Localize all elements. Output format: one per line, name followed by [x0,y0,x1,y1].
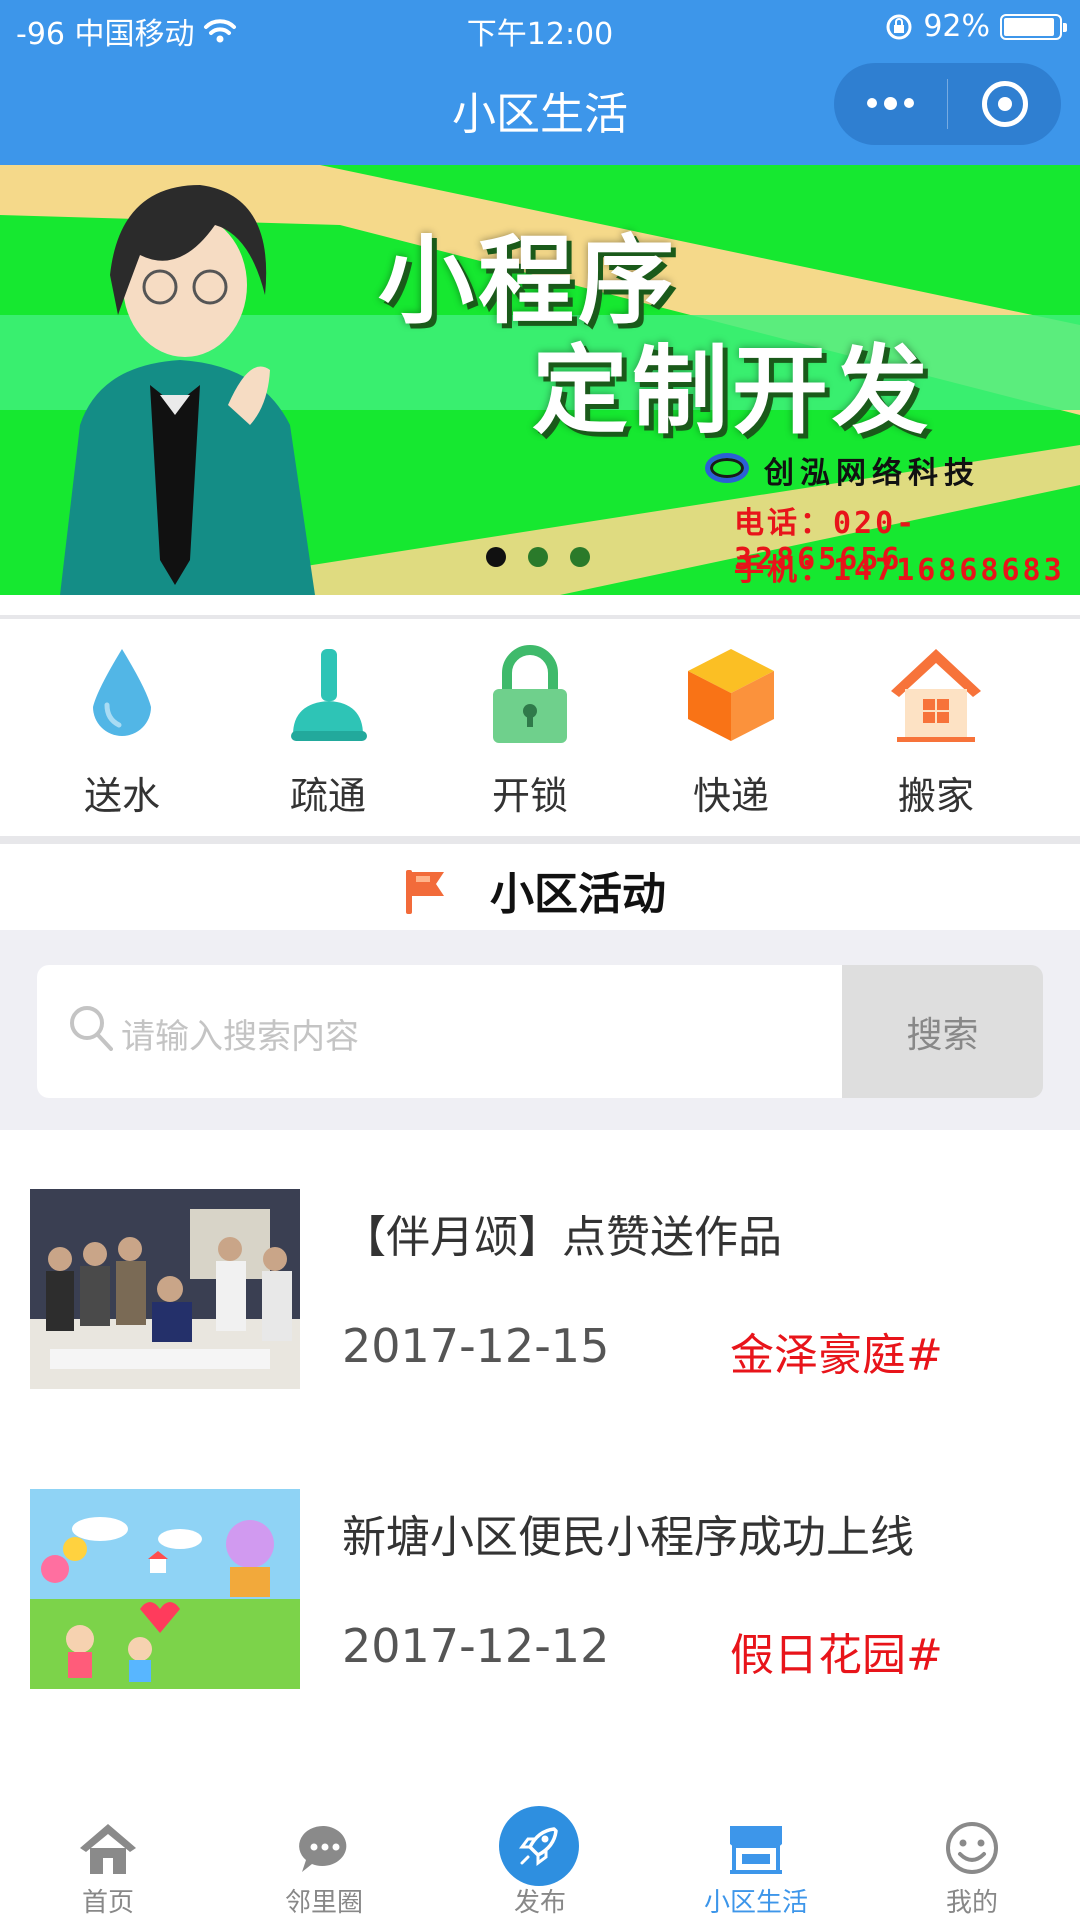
search-input[interactable]: 请输入搜索内容 [37,965,842,1098]
flag-icon [406,870,444,914]
tab-neighborhood[interactable]: 邻里圈 [216,1790,432,1920]
home-icon [80,1824,136,1874]
water-drop-icon [93,649,151,736]
status-right: 92% [885,9,1067,44]
close-miniprogram-button[interactable] [948,63,1061,145]
top-bar: -96 中国移动 下午12:00 92% 小区生活 [0,0,1080,165]
activity-community-tag: 假日花园# [730,1630,943,1681]
search-area: 请输入搜索内容 搜索 [0,930,1080,1130]
plunger-icon [291,649,367,741]
miniprogram-capsule [834,63,1061,145]
search-placeholder: 请输入搜索内容 [121,1017,359,1057]
banner-divider [0,595,1080,619]
banner-company: 创泓网络科技 [764,456,980,491]
banner-headline-2: 定制开发 [532,335,932,447]
smiley-icon [946,1822,998,1874]
banner-mobile: 手机：14716868683 [734,553,1065,588]
tab-mine[interactable]: 我的 [864,1790,1080,1920]
publish-button[interactable] [499,1806,579,1886]
search-icon [70,1006,113,1051]
service-moving[interactable]: 搬家 [836,619,1036,839]
list-item[interactable]: 【伴月颂】点赞送作品 2017-12-15 金泽豪庭# [0,1189,1080,1419]
battery-percent: 92% [923,9,990,44]
promo-banner[interactable]: 小程序 定制开发 创泓网络科技 电话：020-32865656 手机：14716… [0,165,1080,595]
service-label: 快递 [692,774,769,818]
service-label: 搬家 [897,774,974,818]
activity-title: 【伴月颂】点赞送作品 [342,1212,782,1263]
tab-home[interactable]: 首页 [0,1790,216,1920]
pager-dot[interactable] [486,547,506,567]
section-title: 小区活动 [490,869,666,920]
tab-label: 小区生活 [703,1888,808,1918]
service-grid: 送水 疏通 开锁 快递 搬家 [0,619,1080,839]
storefront-icon [730,1826,782,1874]
house-icon [891,649,981,742]
target-circle-icon [981,81,1028,127]
activity-title: 新塘小区便民小程序成功上线 [342,1512,914,1563]
banner-pagination [486,547,590,567]
activity-date: 2017-12-15 [342,1319,610,1373]
tab-label: 发布 [513,1888,566,1918]
rotation-lock-icon [886,14,912,39]
activity-thumbnail [30,1489,300,1689]
tab-community-life[interactable]: 小区生活 [648,1790,864,1920]
list-item[interactable]: 新塘小区便民小程序成功上线 2017-12-12 假日花园# [0,1489,1080,1719]
company-logo-icon [705,453,749,483]
section-header: 小区活动 [0,844,1080,930]
more-button[interactable] [834,63,947,145]
search-button[interactable]: 搜索 [842,965,1043,1098]
padlock-icon [493,645,567,743]
chat-bubble-icon [299,1825,347,1872]
service-unclog[interactable]: 疏通 [228,619,428,839]
activity-community-tag: 金泽豪庭# [730,1330,943,1381]
tab-label: 邻里圈 [284,1888,363,1918]
pager-dot[interactable] [528,547,548,567]
service-unlock[interactable]: 开锁 [430,619,630,839]
package-box-icon [688,649,774,741]
section-divider [0,836,1080,844]
activity-thumbnail [30,1189,300,1389]
tab-label: 首页 [81,1888,134,1918]
more-dots-icon [867,97,914,110]
service-water[interactable]: 送水 [22,619,222,839]
battery-icon [1000,13,1067,40]
activity-date: 2017-12-12 [342,1619,610,1673]
service-label: 疏通 [289,774,366,818]
tab-label: 我的 [945,1888,998,1918]
pager-dot[interactable] [570,547,590,567]
rocket-icon [519,1827,558,1866]
service-express[interactable]: 快递 [631,619,831,839]
service-label: 送水 [83,774,160,818]
status-bar: -96 中国移动 下午12:00 92% [0,0,1080,54]
service-label: 开锁 [491,774,568,818]
